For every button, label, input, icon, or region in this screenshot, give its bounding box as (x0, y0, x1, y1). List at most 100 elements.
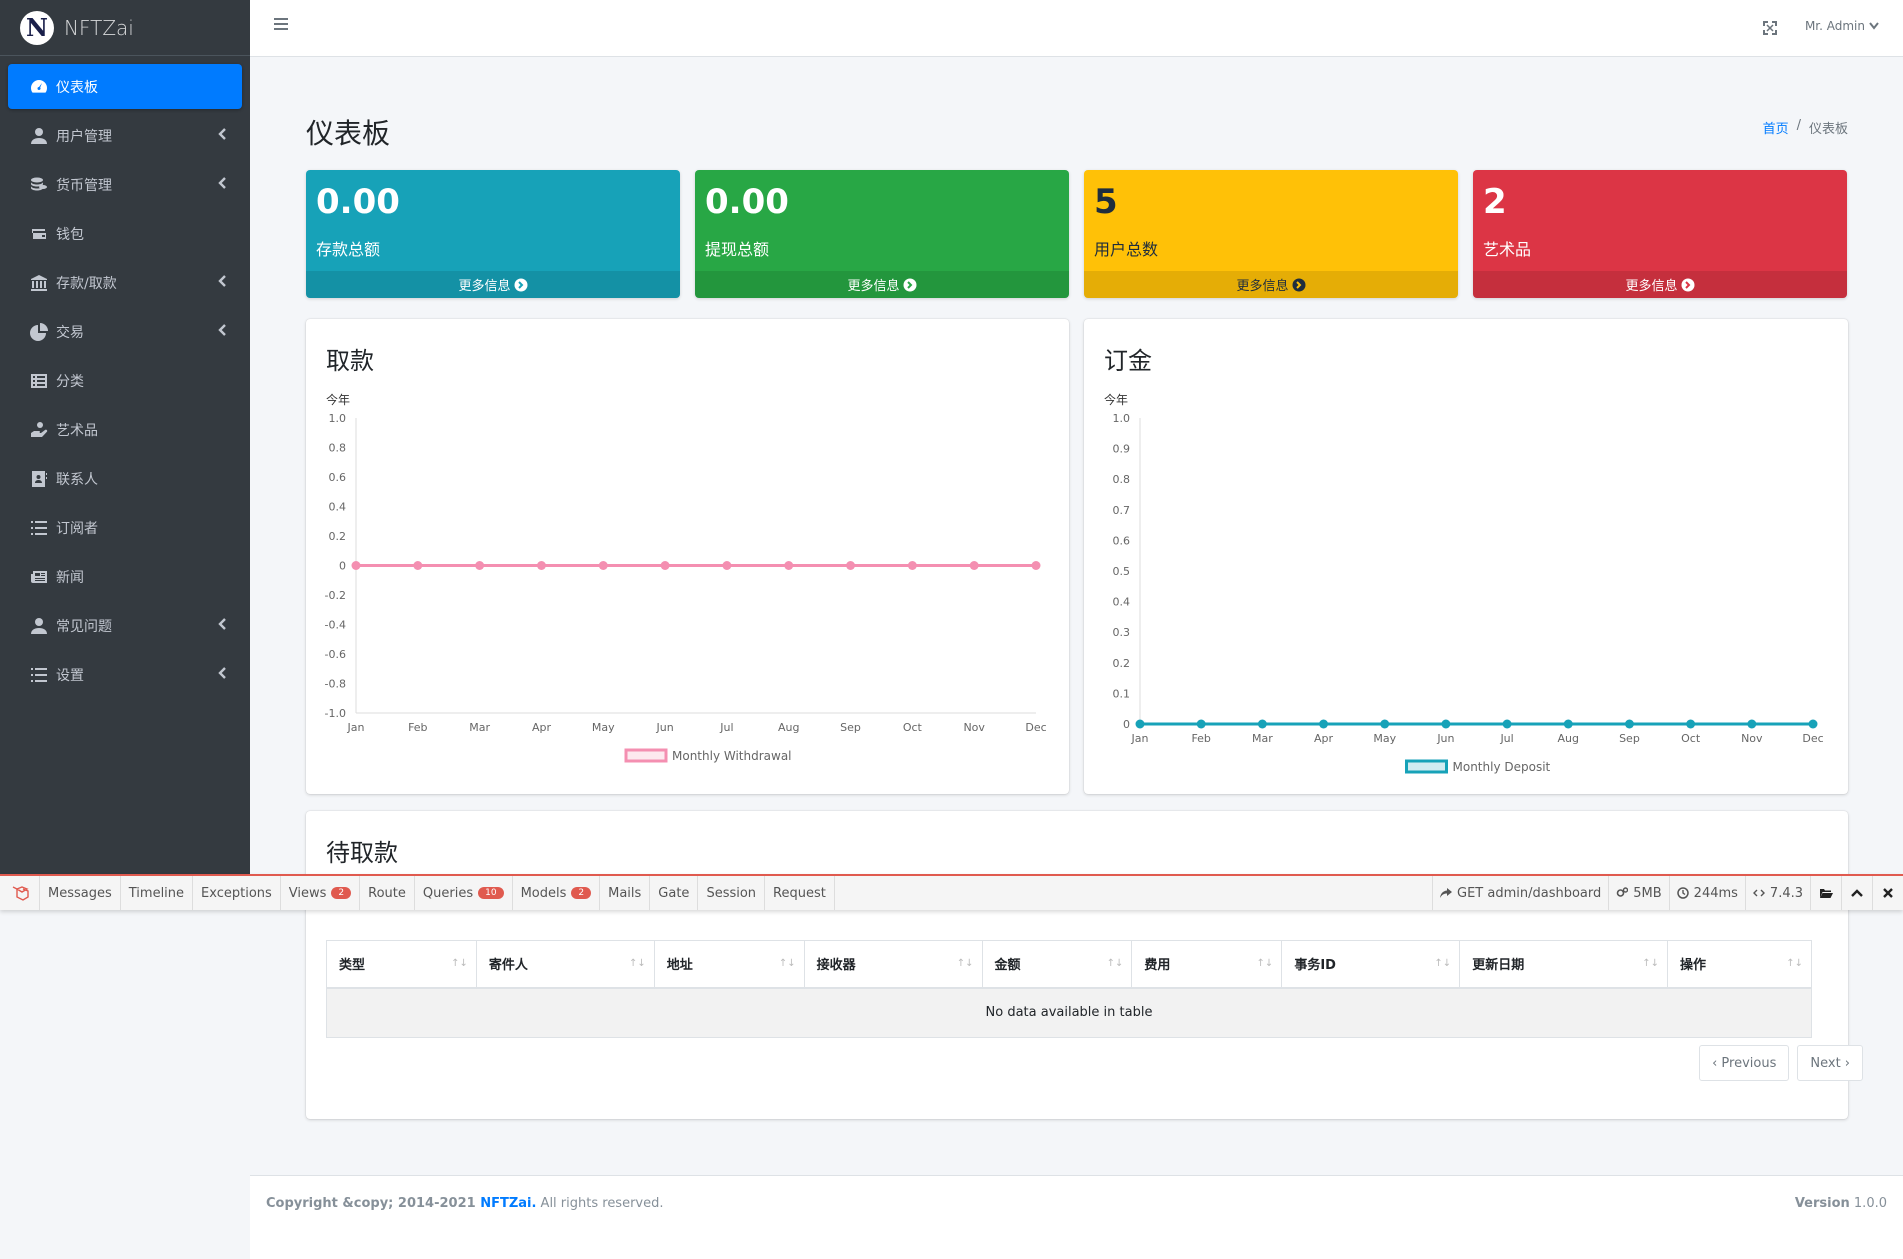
data-point[interactable] (475, 561, 485, 570)
data-point[interactable] (413, 561, 423, 570)
next-page-button[interactable]: Next › (1797, 1045, 1863, 1081)
data-point[interactable] (907, 561, 917, 570)
data-point[interactable] (351, 561, 361, 570)
more-info-link[interactable]: 更多信息 (1473, 271, 1847, 298)
close-icon[interactable] (1872, 876, 1903, 910)
footer-brand-link[interactable]: NFTZai. (480, 1196, 536, 1211)
data-point[interactable] (1502, 719, 1512, 729)
data-point[interactable] (598, 561, 608, 570)
legend-label[interactable]: Monthly Deposit (1453, 760, 1551, 774)
sidebar-item[interactable]: 艺术品 (8, 407, 242, 452)
data-point[interactable] (1257, 719, 1267, 729)
chevron-up-icon[interactable] (1841, 876, 1872, 910)
column-header[interactable]: 费用 ↑↓ (1131, 940, 1283, 989)
sidebar-item[interactable]: 仪表板 (8, 64, 242, 109)
debugbar-tab[interactable]: Messages (40, 876, 121, 910)
debugbar-tab[interactable]: Models 2 (513, 876, 601, 910)
data-point[interactable] (1441, 719, 1451, 729)
sidebar-item[interactable]: 常见问题 (8, 603, 242, 648)
debugbar-tab[interactable]: Session (698, 876, 766, 910)
data-point[interactable] (660, 561, 670, 570)
sidebar-item[interactable]: 订阅者 (8, 505, 242, 550)
laravel-logo-icon[interactable] (0, 876, 40, 910)
sort-icon: ↑↓ (451, 958, 468, 969)
column-header[interactable]: 寄件人 ↑↓ (475, 940, 655, 989)
x-tick-label: Dec (1802, 732, 1823, 745)
data-point[interactable] (1686, 719, 1696, 729)
sidebar-item[interactable]: 设置 (8, 652, 242, 697)
data-point[interactable] (1624, 719, 1634, 729)
column-header[interactable]: 事务ID ↑↓ (1281, 940, 1461, 989)
data-point[interactable] (1380, 719, 1390, 729)
column-header[interactable]: 接收器 ↑↓ (803, 940, 983, 989)
data-point[interactable] (1196, 719, 1206, 729)
sidebar-item[interactable]: 新闻 (8, 554, 242, 599)
more-info-label: 更多信息 (847, 279, 900, 294)
y-tick-label: 0.2 (1113, 657, 1131, 670)
chevron-left-icon (218, 323, 228, 339)
sidebar-item[interactable]: 分类 (8, 358, 242, 403)
breadcrumb-current: 仪表板 (1808, 122, 1848, 137)
data-point[interactable] (1135, 719, 1145, 729)
data-point[interactable] (722, 561, 732, 570)
column-header[interactable]: 类型 ↑↓ (326, 940, 477, 989)
y-tick-label: 0.4 (329, 501, 347, 514)
data-point[interactable] (1031, 561, 1041, 570)
sidebar-item[interactable]: 货币管理 (8, 162, 242, 207)
sidebar-item-label: 订阅者 (56, 520, 98, 537)
data-point[interactable] (1563, 719, 1573, 729)
debugbar-tab-label: Route (368, 885, 406, 901)
memory-usage[interactable]: 5MB (1608, 876, 1668, 910)
box-value: 2 (1483, 182, 1507, 222)
data-point[interactable] (969, 561, 979, 570)
debugbar-tab[interactable]: Timeline (121, 876, 194, 910)
data-point[interactable] (1808, 719, 1818, 729)
sidebar-item[interactable]: 用户管理 (8, 113, 242, 158)
user-icon (28, 617, 50, 635)
x-tick-label: Mar (1252, 732, 1273, 745)
clock-icon (1676, 887, 1689, 899)
data-point[interactable] (846, 561, 856, 570)
data-point[interactable] (1747, 719, 1757, 729)
column-header-label: 地址 (666, 958, 693, 974)
debugbar-tab[interactable]: Gate (650, 876, 699, 910)
sidebar-item[interactable]: 存款/取款 (8, 260, 242, 305)
request-time[interactable]: 244ms (1668, 876, 1745, 910)
debugbar-tab[interactable]: Mails (600, 876, 651, 910)
debugbar-tab[interactable]: Request (765, 876, 835, 910)
data-point[interactable] (536, 561, 546, 570)
debugbar-tab[interactable]: Queries 10 (415, 876, 513, 910)
sidebar-item[interactable]: 钱包 (8, 211, 242, 256)
sidebar-item[interactable]: 联系人 (8, 456, 242, 501)
admin-user-menu[interactable]: Mr. Admin (1805, 19, 1879, 33)
more-info-link[interactable]: 更多信息 (695, 271, 1069, 298)
brand[interactable]: N NFTZai (0, 0, 250, 56)
x-tick-label: Dec (1025, 721, 1046, 734)
box-label: 用户总数 (1094, 240, 1159, 259)
column-header[interactable]: 地址 ↑↓ (653, 940, 805, 989)
list-alt-icon (28, 372, 50, 390)
sidebar-item[interactable]: 交易 (8, 309, 242, 354)
column-header[interactable]: 金额 ↑↓ (981, 940, 1133, 989)
y-tick-label: -1.0 (325, 707, 346, 720)
y-tick-label: 0.8 (1113, 473, 1131, 486)
previous-page-button[interactable]: ‹ Previous (1699, 1045, 1790, 1081)
legend-label[interactable]: Monthly Withdrawal (672, 749, 792, 763)
x-tick-label: Mar (469, 721, 490, 734)
request-route[interactable]: GET admin/dashboard (1432, 876, 1608, 910)
debugbar-tab[interactable]: Route (360, 876, 415, 910)
column-header[interactable]: 操作 ↑↓ (1667, 940, 1812, 989)
hamburger-menu-icon[interactable] (274, 18, 288, 32)
debugbar-tab[interactable]: Exceptions (193, 876, 281, 910)
fullscreen-icon[interactable] (1763, 20, 1777, 35)
php-version[interactable]: 7.4.3 (1744, 876, 1810, 910)
more-info-link[interactable]: 更多信息 (306, 271, 680, 298)
more-info-link[interactable]: 更多信息 (1084, 271, 1458, 298)
data-point[interactable] (1319, 719, 1329, 729)
data-point[interactable] (784, 561, 794, 570)
folder-open-icon[interactable] (1810, 876, 1841, 910)
column-header[interactable]: 更新日期 ↑↓ (1459, 940, 1669, 989)
column-header-label: 寄件人 (488, 958, 528, 974)
debugbar-tab[interactable]: Views 2 (281, 876, 361, 910)
breadcrumb-home-link[interactable]: 首页 (1763, 118, 1789, 137)
